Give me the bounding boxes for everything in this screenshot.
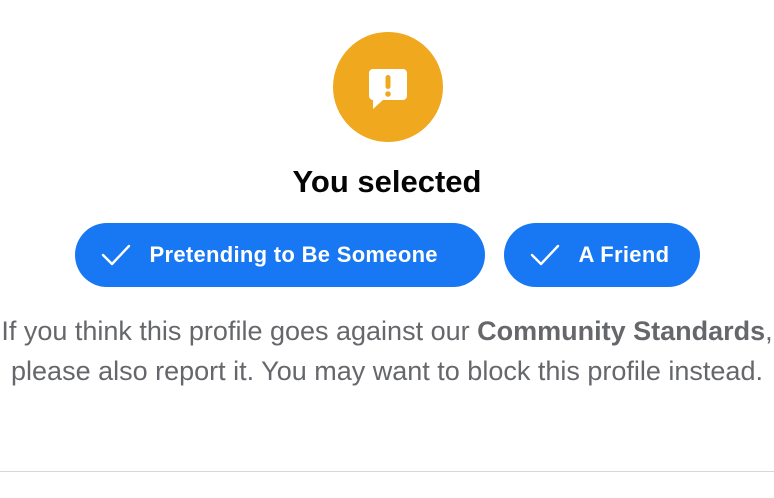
alert-badge	[333, 32, 443, 142]
chip-label: A Friend	[578, 242, 670, 267]
speech-bubble-exclamation-icon	[369, 69, 407, 109]
description-part1: If you think this profile goes against o…	[1, 316, 478, 346]
chip-pretending-to-be-someone[interactable]: Pretending to Be Someone	[74, 223, 485, 287]
chip-a-friend[interactable]: A Friend	[503, 223, 700, 287]
chip-label: Pretending to Be Someone	[149, 242, 438, 267]
selected-chips: Pretending to Be Someone A Friend	[0, 223, 774, 287]
page-title: You selected	[292, 164, 482, 199]
divider	[0, 471, 774, 472]
community-standards-text: Community Standards	[477, 316, 766, 346]
checkmark-icon	[530, 244, 559, 266]
checkmark-icon	[101, 244, 130, 266]
description-text: If you think this profile goes against o…	[0, 311, 774, 391]
